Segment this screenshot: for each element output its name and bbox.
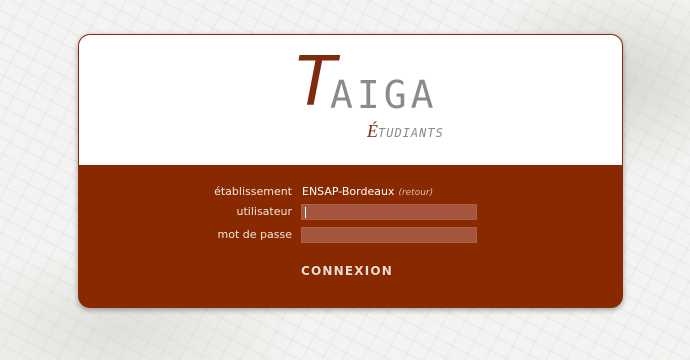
password-row: mot de passe (79, 227, 622, 245)
logo-panel: T AIGA ÉTUDIANTS (79, 35, 622, 165)
logo-subtitle-initial: É (367, 121, 378, 141)
password-label: mot de passe (217, 228, 292, 241)
text-caret (305, 207, 306, 218)
connexion-button[interactable]: CONNEXION (301, 264, 393, 278)
etablissement-name: ENSAP-Bordeaux (302, 185, 395, 198)
password-input[interactable] (301, 227, 477, 243)
login-card: T AIGA ÉTUDIANTS établissement ENSAP-Bor… (78, 34, 623, 308)
retour-link[interactable]: (retour) (398, 188, 433, 198)
utilisateur-input[interactable] (301, 204, 477, 220)
etablissement-value: ENSAP-Bordeaux (retour) (302, 185, 433, 198)
logo-title: AIGA (330, 73, 438, 117)
utilisateur-row: utilisateur (79, 204, 622, 222)
logo-subtitle-rest: TUDIANTS (378, 126, 444, 140)
etablissement-row: établissement ENSAP-Bordeaux (retour) (79, 185, 622, 201)
etablissement-label: établissement (214, 185, 292, 198)
logo-subtitle: ÉTUDIANTS (367, 121, 444, 142)
utilisateur-label: utilisateur (236, 205, 293, 218)
